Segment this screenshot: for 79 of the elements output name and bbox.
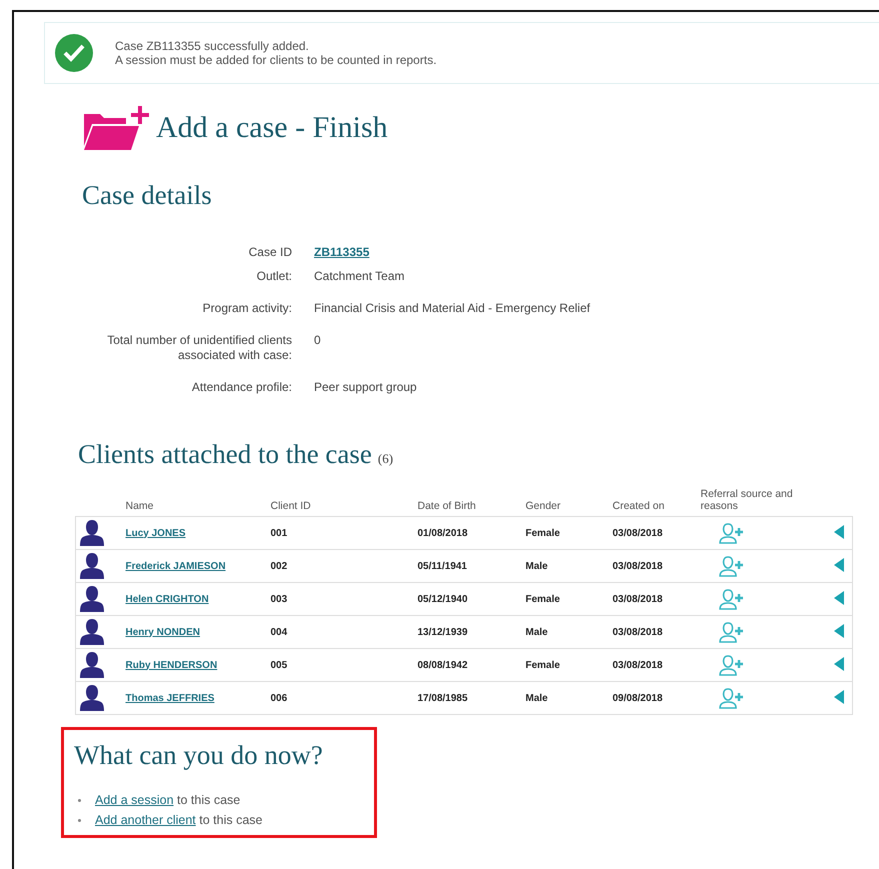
action-sentence: Add a session to this case [95, 793, 240, 807]
person-icon [80, 619, 104, 645]
expand-arrow-icon[interactable] [834, 558, 844, 572]
table-cell: Female [526, 660, 560, 670]
section-heading: Clients attached to the case [78, 439, 372, 470]
expand-arrow-icon[interactable] [834, 590, 844, 604]
column-header: Name [126, 500, 154, 512]
client-count: (6) [378, 451, 394, 467]
notification-text: A session must be added for clients to be counted in reports. [115, 53, 437, 67]
add-person-icon[interactable] [718, 654, 744, 676]
add-person-icon[interactable] [718, 687, 744, 709]
field-label: Outlet: [256, 269, 292, 284]
column-header: Gender [526, 500, 561, 512]
expand-arrow-icon[interactable] [834, 624, 844, 638]
table-cell: 05/11/1941 [418, 560, 467, 572]
page-title: Add a case - Finish [156, 111, 388, 145]
table-cell: 17/08/1985 [418, 692, 468, 704]
notification-text: Case ZB113355 successfully added. [115, 39, 310, 53]
client-name-link[interactable]: Helen CRIGHTON [126, 594, 209, 604]
table-cell: 09/08/2018 [612, 692, 663, 704]
table-cell: 003 [270, 594, 288, 604]
action-sentence: Add another client to this case [95, 813, 262, 827]
field-label: Total number of unidentified clients associated with case: [106, 333, 292, 363]
client-name-link[interactable]: Thomas JEFFRIES [126, 692, 214, 704]
table-cell: 004 [270, 626, 288, 638]
table-cell: Female [526, 528, 560, 538]
column-header: Client ID [270, 500, 311, 512]
table-cell: 13/12/1939 [418, 626, 468, 638]
add-person-icon[interactable] [718, 588, 744, 610]
expand-arrow-icon[interactable] [834, 656, 844, 670]
bullet-dot [78, 798, 81, 802]
expand-arrow-icon[interactable] [834, 524, 844, 538]
add-folder-icon [84, 106, 150, 150]
add-person-icon[interactable] [718, 621, 744, 643]
table-cell: Male [526, 692, 548, 704]
table-cell: 08/08/1942 [418, 660, 468, 670]
action-link[interactable]: Add a session [95, 793, 174, 807]
table-cell: 03/08/2018 [612, 660, 663, 670]
table-cell: 05/12/1940 [418, 594, 468, 604]
table-cell: 001 [270, 528, 288, 538]
person-icon [80, 586, 104, 612]
field-value: Financial Crisis and Material Aid - Emergency Relief [314, 301, 590, 315]
field-label: Attendance profile: [190, 380, 292, 395]
check-icon [55, 34, 93, 72]
client-name-link[interactable]: Henry NONDEN [126, 626, 200, 638]
person-icon [80, 520, 104, 546]
table-cell: 03/08/2018 [612, 626, 663, 638]
field-value: Peer support group [314, 380, 417, 394]
client-name-link[interactable]: Ruby HENDERSON [126, 660, 218, 670]
field-label: Case ID [248, 245, 292, 260]
section-heading: What can you do now? [74, 740, 324, 771]
field-label: Program activity: [202, 301, 292, 316]
table-cell: 006 [270, 692, 288, 704]
person-icon [80, 685, 104, 711]
action-link[interactable]: Add another client [95, 813, 196, 827]
client-name-link[interactable]: Frederick JAMIESON [126, 560, 226, 572]
expand-arrow-icon[interactable] [834, 690, 844, 704]
table-cell: 03/08/2018 [612, 528, 663, 538]
client-name-link[interactable]: Lucy JONES [126, 528, 186, 538]
person-icon [80, 652, 104, 678]
column-header: Referral source and reasons [700, 488, 794, 512]
table-cell: 03/08/2018 [612, 594, 663, 604]
section-heading: Case details [82, 180, 213, 211]
column-header: Created on [612, 500, 664, 512]
person-icon [80, 553, 104, 579]
column-header: Date of Birth [418, 500, 476, 512]
field-value: 0 [314, 333, 321, 347]
case-id-link[interactable]: ZB113355 [314, 245, 370, 259]
bullet-dot [78, 818, 81, 822]
table-cell: 005 [270, 660, 288, 670]
field-value: Catchment Team [314, 269, 404, 283]
add-person-icon[interactable] [718, 555, 744, 577]
table-cell: Male [526, 626, 548, 638]
table-cell: 03/08/2018 [612, 560, 663, 572]
table-cell: 01/08/2018 [418, 528, 468, 538]
add-person-icon[interactable] [718, 522, 744, 544]
table-cell: 002 [270, 560, 288, 572]
table-cell: Male [526, 560, 548, 572]
table-cell: Female [526, 594, 560, 604]
